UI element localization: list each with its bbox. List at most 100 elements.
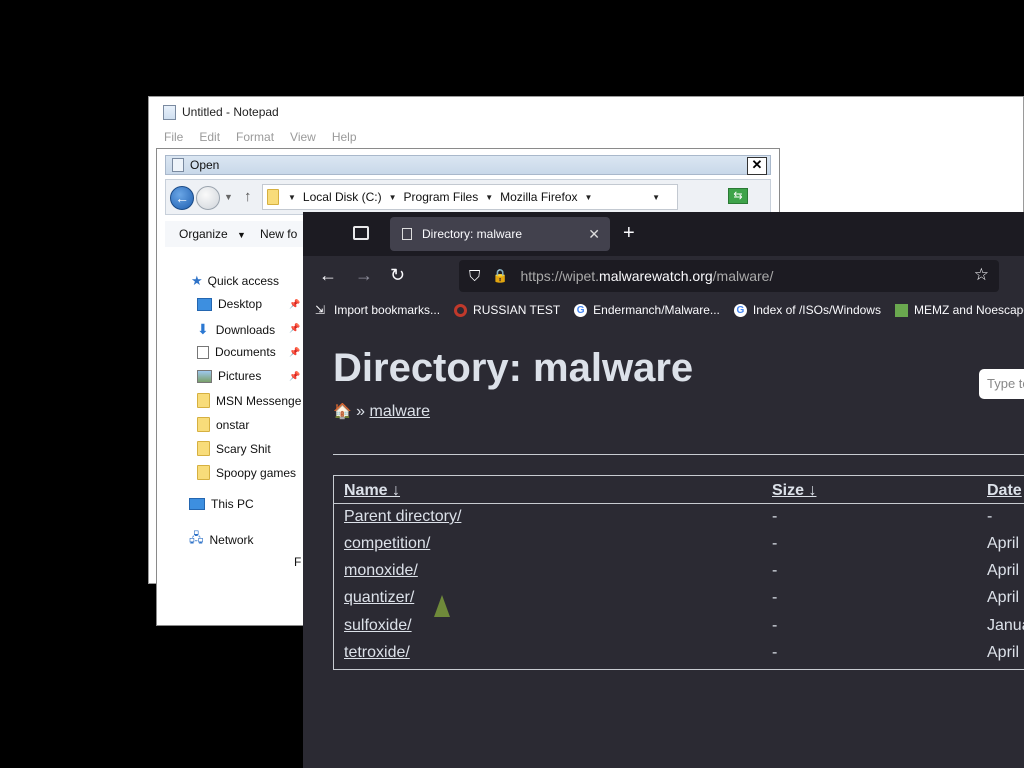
close-tab-icon[interactable]: ✕ [588, 226, 600, 243]
column-header-date[interactable]: Date [987, 482, 1022, 500]
tree-item-network[interactable]: 🖧 Network [189, 529, 254, 551]
table-row: sulfoxide/ - Janua [334, 617, 1024, 644]
menu-edit[interactable]: Edit [199, 130, 220, 144]
tree-label: Quick access [207, 274, 280, 288]
reload-icon[interactable]: ↻ [390, 265, 405, 286]
bookmark-memz[interactable]: MEMZ and Noescape ... [894, 303, 1024, 317]
tree-item-desktop[interactable]: Desktop [197, 297, 262, 311]
page-content: Directory: malware Type to 🏠 » malware N… [303, 324, 1024, 768]
path-input[interactable]: ▼ Local Disk (C:) ▼ Program Files ▼ Mozi… [262, 184, 678, 210]
menu-view[interactable]: View [290, 130, 316, 144]
entry-date: April [987, 535, 1020, 552]
folder-icon [197, 417, 210, 432]
memz-icon [894, 303, 908, 317]
opera-icon [454, 303, 468, 317]
tab-directory-malware[interactable]: Directory: malware ✕ [390, 217, 610, 251]
new-folder-button[interactable]: New fo [260, 227, 297, 241]
column-header-size[interactable]: Size ↓ [772, 482, 816, 500]
entry-link[interactable]: monoxide/ [344, 562, 418, 580]
url-bar[interactable]: ⛉ 🔒 https://wipet. malwarewatch.org/malwa… [459, 260, 999, 292]
pin-icon: 📌 [289, 347, 301, 357]
bookmark-index-isos[interactable]: G Index of /ISOs/Windows [733, 303, 881, 317]
open-dialog-titlebar[interactable]: Open ✕ [165, 155, 771, 175]
network-icon: 🖧 [189, 530, 204, 545]
menu-help[interactable]: Help [332, 130, 357, 144]
tree-label: Network [209, 533, 254, 547]
url-prefix: https://wipet. [520, 268, 600, 284]
tree-item-downloads[interactable]: ⬇ Downloads [197, 321, 275, 338]
shield-icon[interactable]: ⛉ [469, 268, 480, 285]
bookmark-label: Index of /ISOs/Windows [752, 303, 881, 317]
navigation-pane: ★ Quick access Desktop 📌 ⬇ Downloads 📌 D… [165, 265, 301, 547]
tab-title: Directory: malware [422, 227, 523, 241]
tree-item-onstar[interactable]: onstar [197, 417, 249, 432]
tree-item-documents[interactable]: Documents [197, 345, 276, 359]
entry-size: - [772, 508, 778, 525]
new-tab-icon[interactable]: + [623, 222, 635, 245]
entry-link[interactable]: Parent directory/ [344, 508, 461, 526]
notepad-titlebar[interactable]: Untitled - Notepad [149, 97, 1023, 127]
import-icon: ⇲ [315, 302, 326, 317]
firefox-window: Directory: malware ✕ + ← → ↻ ⛉ 🔒 https:/… [303, 212, 1024, 768]
chevron-down-icon[interactable]: ▼ [585, 193, 593, 202]
bookmark-endermanch[interactable]: G Endermanch/Malware... [574, 303, 720, 317]
column-header-name[interactable]: Name ↓ [344, 482, 400, 500]
address-bar: ← ▼ ↑ ▼ Local Disk (C:) ▼ Program Files … [165, 179, 771, 215]
entry-link[interactable]: tetroxide/ [344, 644, 410, 662]
bookmark-import[interactable]: ⇲ Import bookmarks... [315, 303, 440, 317]
forward-arrow-icon[interactable] [196, 186, 220, 210]
tree-item-spoopy-games[interactable]: Spoopy games [197, 465, 296, 480]
computer-icon [189, 498, 205, 510]
breadcrumb-local-disk[interactable]: Local Disk (C:) [303, 190, 382, 204]
pin-icon: 📌 [289, 323, 301, 333]
search-input[interactable]: Type to [979, 369, 1024, 399]
home-icon[interactable]: 🏠 [333, 403, 352, 420]
recent-locations-chevron-icon[interactable]: ▼ [224, 192, 233, 202]
notepad-menubar: File Edit Format View Help [149, 127, 1023, 147]
entry-link[interactable]: competition/ [344, 535, 430, 553]
table-row: tetroxide/ - April [334, 644, 1024, 671]
tree-label: Scary Shit [216, 441, 271, 456]
chevron-down-icon[interactable]: ▼ [288, 193, 296, 202]
up-arrow-icon[interactable]: ↑ [244, 188, 252, 205]
folder-icon [197, 393, 210, 408]
chevron-down-icon: ▼ [237, 230, 246, 240]
tab-overview-icon[interactable] [353, 226, 369, 240]
tree-item-this-pc[interactable]: This PC [189, 497, 254, 511]
entry-date: April [987, 562, 1020, 579]
folder-icon [267, 189, 279, 205]
menu-file[interactable]: File [164, 130, 183, 144]
tree-item-quick-access[interactable]: ★ Quick access [191, 273, 279, 289]
forward-arrow-icon[interactable]: → [355, 265, 373, 286]
tree-item-msn-messenger[interactable]: MSN Messenge [197, 393, 301, 408]
menu-format[interactable]: Format [236, 130, 274, 144]
back-arrow-icon[interactable]: ← [170, 186, 194, 210]
entry-link[interactable]: sulfoxide/ [344, 617, 412, 635]
close-icon[interactable]: ✕ [747, 157, 767, 175]
tree-label: Spoopy games [216, 465, 297, 480]
breadcrumb-program-files[interactable]: Program Files [404, 190, 479, 204]
bookmark-star-icon[interactable]: ☆ [974, 265, 989, 285]
chevron-down-icon[interactable]: ▼ [389, 193, 397, 202]
refresh-icon[interactable]: ⇆ [728, 188, 748, 204]
tab-strip: Directory: malware ✕ + [303, 212, 1024, 256]
table-row: quantizer/ - April [334, 589, 1024, 617]
organize-button[interactable]: Organize ▼ [179, 227, 246, 241]
divider [333, 454, 1024, 455]
bookmark-russian-test[interactable]: RUSSIAN TEST [454, 303, 560, 317]
folder-icon [197, 465, 210, 480]
url-domain: malwarewatch.org [599, 268, 713, 284]
back-arrow-icon[interactable]: ← [319, 265, 337, 286]
entry-link[interactable]: quantizer/ [344, 589, 414, 607]
pin-icon: 📌 [289, 371, 301, 381]
tree-item-scary-shit[interactable]: Scary Shit [197, 441, 271, 456]
breadcrumb-mozilla-firefox[interactable]: Mozilla Firefox [500, 190, 577, 204]
chevron-down-icon[interactable]: ▼ [485, 193, 493, 202]
lock-icon[interactable]: 🔒 [492, 268, 508, 284]
entry-size: - [772, 562, 778, 579]
breadcrumb-link-malware[interactable]: malware [370, 403, 430, 420]
tree-item-pictures[interactable]: Pictures [197, 369, 261, 383]
path-dropdown-icon[interactable]: ▼ [652, 193, 660, 202]
desktop-icon [197, 297, 212, 311]
bookmark-label: Import bookmarks... [334, 303, 441, 317]
